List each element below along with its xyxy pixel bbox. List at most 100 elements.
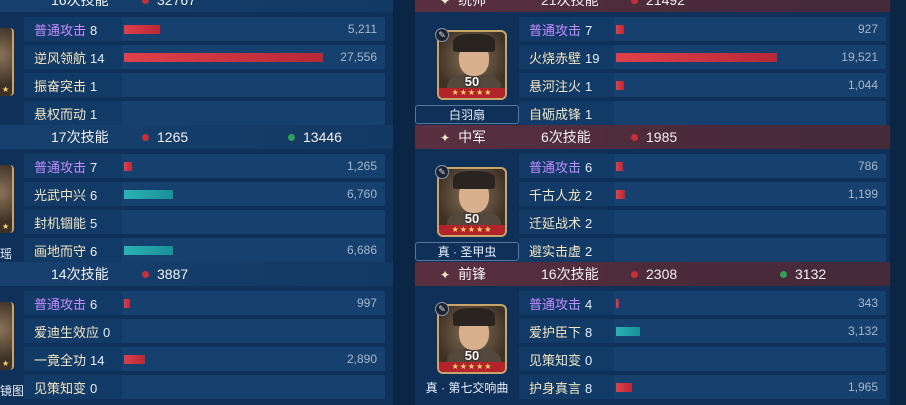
- column-divider: [393, 0, 415, 405]
- skill-count: 2: [585, 243, 593, 259]
- damage-value: 6,686: [346, 243, 377, 257]
- red-dot-icon: [142, 133, 149, 141]
- skill-name: 避实击虚 2: [529, 241, 592, 260]
- skill-count: 0: [585, 352, 593, 368]
- skill-count: 4: [585, 296, 593, 312]
- damage-bar-track: [614, 347, 886, 371]
- skill-row: 爱迪生效应 0: [24, 319, 385, 343]
- damage-value: 786: [857, 159, 878, 173]
- skill-count: 7: [585, 22, 593, 38]
- damage-bar-track: [122, 73, 385, 97]
- skill-label: 光武中兴: [34, 187, 87, 203]
- hero-portrait[interactable]: ★: [0, 28, 14, 96]
- skill-row: 自砺成锋 1: [519, 101, 886, 125]
- right-team-panel: ✦ 统帅 21次技能 21492 50 ★★★★★ ✎ 白羽扇 普通攻击 7 927 火烧赤壁 19 19…: [415, 0, 890, 405]
- skill-label: 振奋突击: [34, 78, 87, 94]
- damage-stat: 3887: [142, 266, 188, 282]
- damage-bar-track: [122, 210, 385, 234]
- damage-value: 343: [857, 296, 878, 310]
- damage-value: 2308: [646, 266, 678, 282]
- skill-count: 6: [585, 159, 593, 175]
- skill-count: 6: [90, 243, 98, 259]
- skill-name: 爱护臣下 8: [529, 322, 592, 341]
- skill-count: 1: [90, 106, 98, 122]
- skill-count: 6: [90, 187, 98, 203]
- damage-stat: 21492: [631, 0, 685, 8]
- skill-label: 画地而守: [34, 243, 87, 259]
- skill-name: 振奋突击 1: [34, 76, 97, 95]
- damage-bar: [616, 25, 624, 34]
- damage-bar-track: 2,890: [122, 347, 385, 371]
- damage-stat: 1265: [142, 129, 188, 145]
- skill-count: 14次技能: [51, 266, 109, 282]
- skill-label: 一竟全功: [34, 352, 87, 368]
- hero-portrait[interactable]: ★: [0, 302, 14, 370]
- skill-count: 1: [585, 106, 593, 122]
- damage-stat: 2308: [631, 266, 677, 282]
- damage-bar-track: 6,760: [122, 182, 385, 206]
- damage-bar: [124, 299, 130, 308]
- left-team-panel: 16次技能 32767 ★ 普通攻击 8 5,211 逆风领航 14 27,556 振奋突击 1 悬权…: [0, 0, 393, 405]
- skill-row: 普通攻击 6 786: [519, 154, 886, 178]
- hero-portrait[interactable]: 50 ★★★★★: [437, 304, 507, 374]
- damage-bar: [124, 246, 173, 255]
- heal-value: 3132: [795, 266, 827, 282]
- right-edge: [890, 0, 906, 405]
- star-icon: ✦: [440, 131, 451, 145]
- skill-label: 悬权而动: [34, 106, 87, 122]
- damage-bar: [616, 299, 619, 308]
- skill-name: 护身真言 8: [529, 378, 592, 397]
- damage-value: 5,211: [347, 22, 377, 36]
- skill-label: 普通攻击: [529, 159, 582, 175]
- skill-label: 火烧赤壁: [529, 50, 582, 66]
- hero-hat: [453, 34, 495, 52]
- skill-row: 振奋突击 1: [24, 73, 385, 97]
- hero-name: 真 · 第七交响曲: [425, 381, 509, 395]
- damage-bar: [124, 162, 132, 171]
- hero-name: 瑶: [0, 247, 13, 261]
- star-icon: ✦: [440, 268, 451, 282]
- skill-name: 普通攻击 6: [529, 157, 592, 176]
- damage-bar-track: 5,211: [122, 17, 385, 41]
- damage-bar: [616, 190, 625, 199]
- damage-bar-track: 19,521: [614, 45, 886, 69]
- skill-label: 逆风领航: [34, 50, 87, 66]
- role-label: ✦ 前锋: [440, 264, 486, 284]
- skill-name: 爱迪生效应 0: [34, 322, 110, 341]
- skill-row: 一竟全功 14 2,890: [24, 347, 385, 371]
- damage-bar-track: 1,199: [614, 182, 886, 206]
- damage-value: 6,760: [346, 187, 377, 201]
- damage-value: 997: [356, 296, 377, 310]
- hero-portrait[interactable]: 50 ★★★★★: [437, 30, 507, 100]
- star-rating: ★: [2, 222, 10, 231]
- hero-portrait[interactable]: 50 ★★★★★: [437, 167, 507, 237]
- damage-bar: [616, 327, 640, 336]
- role-name: 前锋: [458, 266, 487, 282]
- damage-bar-track: [614, 101, 886, 125]
- star-rating: ★★★★★: [439, 225, 505, 235]
- skill-count: 14: [90, 50, 105, 66]
- damage-bar-track: 786: [614, 154, 886, 178]
- skill-row: 悬河注火 1 1,044: [519, 73, 886, 97]
- star-rating: ★★★★★: [439, 362, 505, 372]
- skill-label: 爱护臣下: [529, 324, 582, 340]
- heal-stat: 13446: [288, 129, 342, 145]
- skill-row: 普通攻击 7 1,265: [24, 154, 385, 178]
- hero-level: 50: [464, 74, 480, 89]
- skill-name: 一竟全功 14: [34, 350, 104, 369]
- hero-name: 白羽扇: [415, 105, 519, 124]
- red-dot-icon: [142, 0, 149, 4]
- skill-row: 迁延战术 2: [519, 210, 886, 234]
- skill-label: 迁延战术: [529, 215, 582, 231]
- damage-bar: [124, 355, 145, 364]
- skill-name: 见策知变 0: [529, 350, 592, 369]
- skill-name: 逆风领航 14: [34, 48, 104, 67]
- damage-bar-track: [122, 101, 385, 125]
- damage-bar-track: 27,556: [122, 45, 385, 69]
- damage-bar-track: 927: [614, 17, 886, 41]
- damage-value: 1,265: [346, 159, 377, 173]
- skill-label: 普通攻击: [529, 296, 582, 312]
- skill-count: 8: [585, 380, 593, 396]
- hero-portrait[interactable]: ★: [0, 165, 14, 233]
- skill-name: 悬权而动 1: [34, 104, 97, 123]
